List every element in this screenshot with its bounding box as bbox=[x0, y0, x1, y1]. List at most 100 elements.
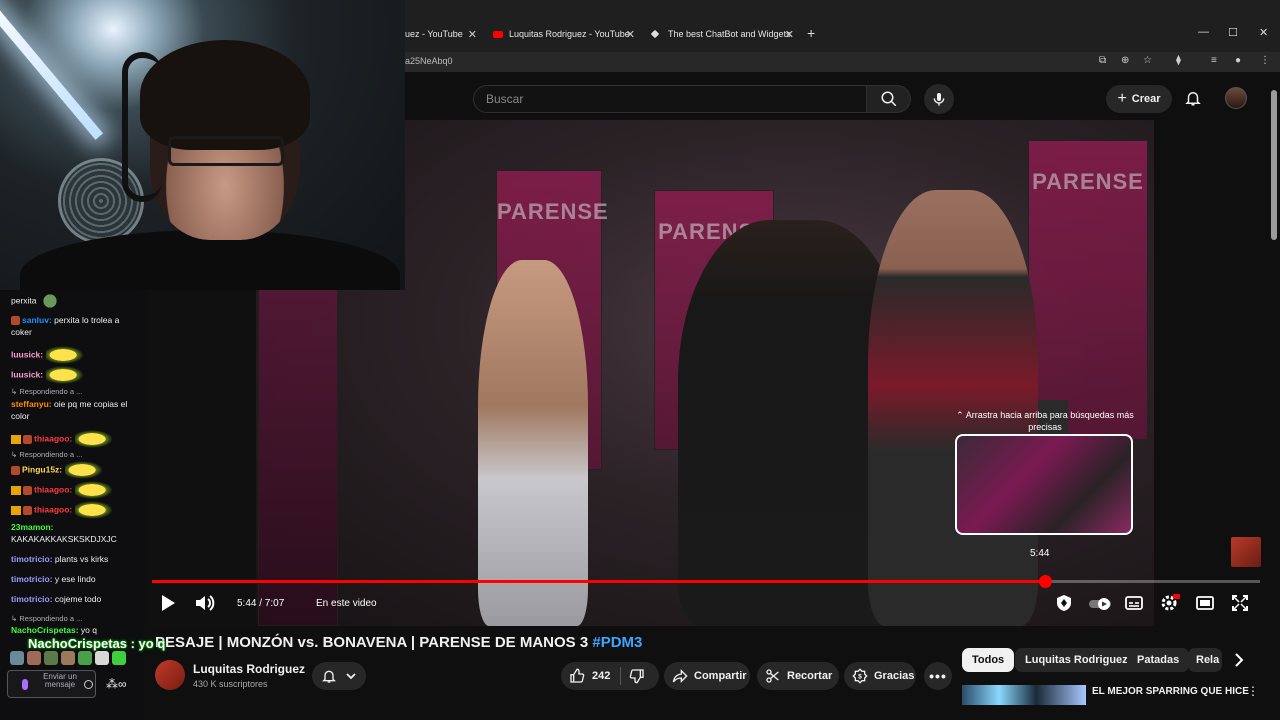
close-tab-icon[interactable]: ✕ bbox=[468, 28, 477, 41]
emote-icon bbox=[27, 651, 41, 665]
channel-name[interactable]: Luquitas Rodriguez bbox=[193, 662, 305, 676]
chapter-button[interactable]: En este video bbox=[316, 598, 377, 609]
crown-badge-icon bbox=[11, 434, 21, 444]
search-button[interactable] bbox=[867, 85, 911, 113]
chip-channel[interactable]: Luquitas Rodriguez bbox=[1015, 648, 1138, 672]
chat-message: thiaagoo: bbox=[11, 481, 139, 499]
url-text[interactable]: a25NeAbq0 bbox=[405, 56, 453, 66]
user-badge-icon bbox=[23, 485, 32, 495]
chevron-down-icon bbox=[346, 673, 356, 680]
progress-played bbox=[152, 580, 1046, 583]
emoji-icon[interactable] bbox=[84, 680, 93, 689]
settings-button[interactable] bbox=[1160, 594, 1180, 617]
user-badge-icon bbox=[11, 316, 20, 326]
youtube-favicon-icon bbox=[493, 30, 503, 38]
tab-youtube-2[interactable]: Luquitas Rodriguez - YouTube ✕ bbox=[493, 24, 635, 44]
chat-message: thiaagoo: bbox=[11, 430, 139, 448]
subtitles-icon bbox=[1125, 596, 1143, 610]
preview-time: 5:44 bbox=[1030, 548, 1050, 559]
emote-icon bbox=[74, 481, 113, 499]
scissors-icon bbox=[766, 669, 779, 683]
more-vertical-icon[interactable]: ⋮ bbox=[1247, 684, 1259, 698]
channel-avatar[interactable] bbox=[155, 660, 185, 690]
page-scrollbar[interactable] bbox=[1271, 90, 1277, 240]
maximize-icon[interactable]: ☐ bbox=[1228, 26, 1238, 39]
close-tab-icon[interactable]: ✕ bbox=[785, 28, 794, 41]
search-input[interactable]: Buscar bbox=[473, 85, 867, 113]
install-icon[interactable]: ⧉ bbox=[1099, 55, 1106, 66]
emote-icon bbox=[45, 346, 84, 364]
theater-icon bbox=[1196, 596, 1214, 610]
emote-icon bbox=[45, 366, 84, 384]
voice-search-button[interactable] bbox=[924, 84, 954, 114]
thumbs-down-icon[interactable] bbox=[629, 668, 645, 684]
create-label: Crear bbox=[1131, 93, 1161, 105]
clip-label: Recortar bbox=[787, 670, 833, 682]
chevron-right-icon[interactable] bbox=[1232, 652, 1246, 673]
chat-message: perxita bbox=[11, 294, 139, 308]
thanks-label: Gracias bbox=[874, 670, 915, 682]
bookmark-star-icon[interactable]: ☆ bbox=[1143, 55, 1152, 66]
notifications-bell-icon[interactable] bbox=[1184, 88, 1202, 113]
webcam-overlay bbox=[0, 0, 405, 290]
related-video-title[interactable]: EL MEJOR SPARRING QUE HICE bbox=[1092, 686, 1249, 697]
svg-text:$: $ bbox=[858, 674, 862, 681]
chat-message: timotricio: cojeme todo bbox=[11, 594, 102, 604]
chip-todos[interactable]: Todos bbox=[962, 648, 1015, 672]
video-title: PESAJE | MONZÓN vs. BONAVENA | PARENSE D… bbox=[155, 634, 642, 651]
hashtag-link[interactable]: #PDM3 bbox=[592, 634, 642, 651]
emote-icon bbox=[44, 651, 58, 665]
chat-input[interactable]: Enviar un mensaje bbox=[7, 670, 96, 698]
extensions-icon[interactable]: ⧫ bbox=[1176, 55, 1181, 66]
related-video-thumbnail[interactable] bbox=[962, 685, 1086, 705]
create-button[interactable]: + Crear bbox=[1106, 85, 1172, 113]
close-tab-icon[interactable]: ✕ bbox=[626, 28, 635, 41]
super-thanks-icon: $ bbox=[852, 668, 868, 684]
account-avatar[interactable] bbox=[1225, 87, 1247, 109]
menu-dots-icon[interactable]: ⋮ bbox=[1260, 55, 1270, 66]
end-screen-thumbnail[interactable] bbox=[1231, 537, 1261, 567]
subscription-bell-button[interactable] bbox=[312, 662, 366, 690]
volume-button[interactable] bbox=[195, 594, 215, 617]
share-button[interactable]: Compartir bbox=[664, 662, 750, 690]
progress-scrubber[interactable] bbox=[1039, 575, 1053, 588]
chip-rela[interactable]: Rela bbox=[1188, 648, 1222, 672]
user-badge-icon bbox=[23, 505, 32, 515]
zoom-icon[interactable]: ⊕ bbox=[1121, 55, 1129, 66]
play-button[interactable] bbox=[160, 594, 176, 617]
clip-button[interactable]: Recortar bbox=[757, 662, 839, 690]
minimize-icon[interactable]: — bbox=[1198, 26, 1209, 38]
more-horizontal-icon: ••• bbox=[929, 668, 947, 684]
time-display: 5:44 / 7:07 bbox=[237, 598, 285, 609]
fullscreen-button[interactable] bbox=[1231, 594, 1249, 617]
like-dislike-group: 242 bbox=[561, 662, 659, 690]
chat-message: luusick: bbox=[11, 366, 139, 384]
chat-settings-icon[interactable]: ⁂∞ bbox=[106, 677, 127, 691]
close-window-icon[interactable]: ✕ bbox=[1259, 26, 1268, 39]
profile-icon[interactable]: ● bbox=[1235, 55, 1241, 66]
chat-message: Pingu15z: bbox=[11, 461, 139, 479]
theater-mode-button[interactable] bbox=[1196, 594, 1214, 617]
thanks-button[interactable]: $ Gracias bbox=[844, 662, 916, 690]
screen: uez - YouTube ✕ Luquitas Rodriguez - You… bbox=[0, 0, 1280, 720]
chat-message: timotricio: y ese lindo bbox=[11, 574, 96, 584]
emote-icon bbox=[112, 651, 126, 665]
tab-chatbot[interactable]: The best ChatBot and Widgets ✕ bbox=[650, 24, 794, 44]
tab-label: The best ChatBot and Widgets bbox=[668, 29, 791, 39]
media-icon[interactable]: ≡ bbox=[1211, 55, 1217, 66]
fullscreen-icon bbox=[1232, 595, 1248, 611]
sponsor-banner bbox=[258, 280, 338, 626]
subtitles-button[interactable] bbox=[1125, 594, 1143, 617]
emote-icon bbox=[74, 501, 113, 519]
new-tab-icon[interactable]: + bbox=[807, 25, 815, 41]
reply-indicator: ↳ Respondiendo a ... bbox=[11, 614, 83, 623]
more-actions-button[interactable]: ••• bbox=[924, 662, 952, 690]
mic-icon[interactable] bbox=[22, 679, 28, 690]
thumbs-up-icon bbox=[570, 668, 585, 683]
tab-youtube-1[interactable]: uez - YouTube ✕ bbox=[405, 24, 477, 44]
chip-patadas[interactable]: Patadas bbox=[1127, 648, 1190, 672]
autoplay-toggle[interactable] bbox=[1088, 597, 1112, 616]
shield-button[interactable] bbox=[1055, 594, 1073, 617]
progress-bar[interactable] bbox=[152, 575, 1260, 588]
like-button[interactable]: 242 bbox=[569, 668, 610, 684]
